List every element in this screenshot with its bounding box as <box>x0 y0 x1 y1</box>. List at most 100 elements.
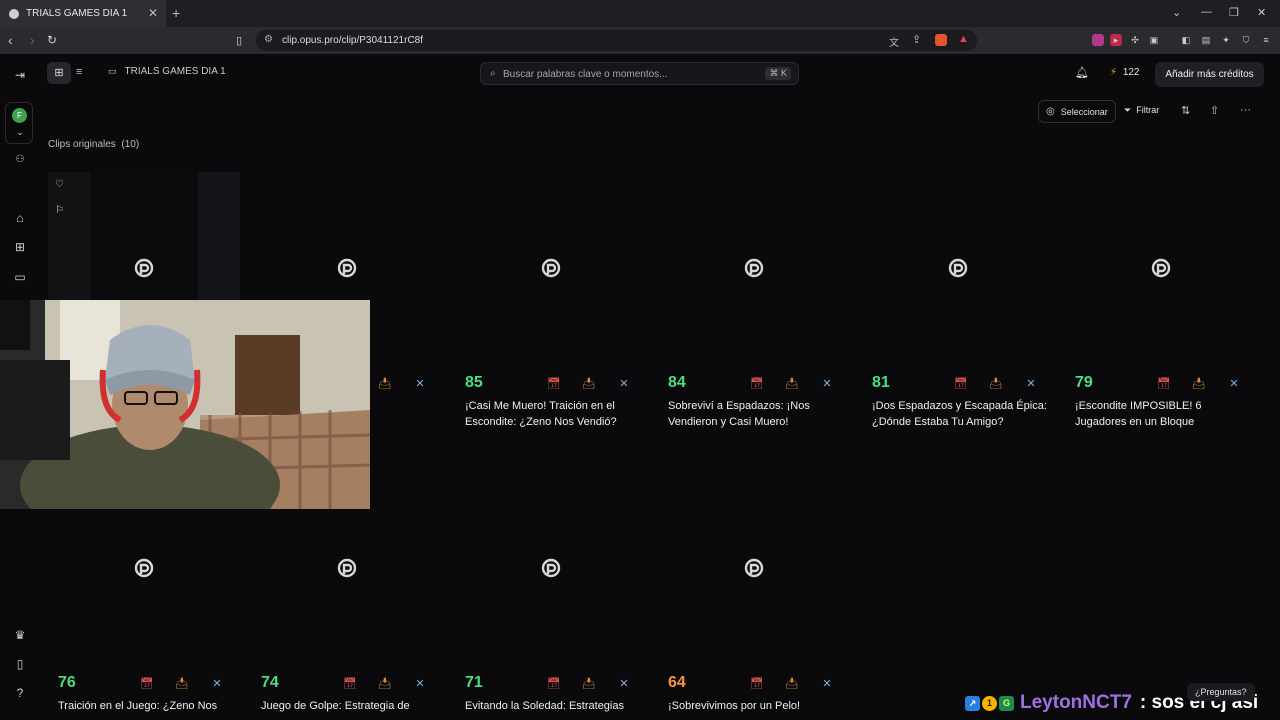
sidebar-toggle-icon[interactable]: ◧ <box>1180 34 1192 46</box>
clip-virality-score: 71 <box>465 674 483 691</box>
menu-icon[interactable]: ≡ <box>1260 34 1272 46</box>
add-member-icon[interactable]: ⚇ <box>12 154 28 165</box>
clip-title[interactable]: ¡Escondite IMPOSIBLE! 6 Jugadores en un … <box>1075 398 1255 430</box>
notifications-bell-icon[interactable]: 🔔︎ <box>1075 66 1089 79</box>
clip-title[interactable]: Traición en el Juego: ¿Zeno Nos <box>58 698 238 714</box>
download-icon[interactable]: 📥︎ <box>378 377 392 390</box>
edit-scissors-icon[interactable]: ✕ <box>820 677 834 690</box>
reload-button[interactable]: ↻ <box>47 33 57 47</box>
list-view-button[interactable]: ≡ <box>76 66 82 78</box>
heart-icon[interactable]: ♡ <box>55 179 64 190</box>
extension-icon[interactable]: ▸ <box>1110 34 1122 46</box>
search-shortcut: ⌘ K <box>765 67 791 80</box>
download-icon[interactable]: 📥︎ <box>785 677 799 690</box>
clip-title[interactable]: Evitando la Soledad: Estrategias <box>465 698 645 714</box>
search-bar[interactable]: ⌕ ⌘ K <box>480 62 799 85</box>
credits-counter[interactable]: ⚡︎ 122 <box>1110 67 1140 78</box>
vpn-shield-icon[interactable]: ⛉ <box>1240 34 1252 46</box>
chevron-down-icon[interactable]: ⌄ <box>12 127 28 138</box>
edit-scissors-icon[interactable]: ✕ <box>820 377 834 390</box>
tab-search-icon[interactable]: ⌄ <box>1172 6 1181 19</box>
brave-shields-icon[interactable] <box>935 34 947 46</box>
schedule-icon[interactable]: 📅︎ <box>954 377 968 390</box>
clip-virality-score: 85 <box>465 374 483 391</box>
close-window-button[interactable]: ✕ <box>1257 6 1266 19</box>
clip-title[interactable]: ¡Sobrevivimos por un Pelo! <box>668 698 848 714</box>
select-button[interactable]: ◎ Seleccionar <box>1038 100 1116 123</box>
minimize-button[interactable]: — <box>1201 6 1212 18</box>
edit-scissors-icon[interactable]: ✕ <box>413 677 427 690</box>
page-title: ▭ TRIALS GAMES DIA 1 <box>108 66 226 77</box>
extensions-puzzle-icon[interactable]: ✣ <box>1129 34 1141 46</box>
folder-icon[interactable]: ▭ <box>12 270 28 284</box>
book-icon[interactable]: ▯ <box>12 657 28 671</box>
download-icon[interactable]: 📥︎ <box>989 377 1003 390</box>
questions-button[interactable]: ¿Preguntas? <box>1187 683 1255 701</box>
clip-title[interactable]: ¡Dos Espadazos y Escapada Épica: ¿Dónde … <box>872 398 1052 430</box>
download-icon[interactable]: 📥︎ <box>175 677 189 690</box>
brave-rewards-icon[interactable]: ▲ <box>958 33 969 45</box>
apps-icon[interactable]: ⊞ <box>12 240 28 254</box>
download-icon[interactable]: 📥︎ <box>785 377 799 390</box>
url-field[interactable]: ⚙ clip.opus.pro/clip/P3041121rC8f 文 ⇪ ▲ <box>256 30 977 51</box>
wallet-icon[interactable]: ▤ <box>1200 34 1212 46</box>
clip-virality-score: 84 <box>668 374 686 391</box>
edit-scissors-icon[interactable]: ✕ <box>210 677 224 690</box>
edit-scissors-icon[interactable]: ✕ <box>617 677 631 690</box>
more-options-icon[interactable]: ··· <box>1240 104 1251 116</box>
home-icon[interactable]: ⌂ <box>12 211 28 225</box>
bookmark-icon[interactable]: ▯ <box>236 34 242 47</box>
crown-icon[interactable]: ♛ <box>12 628 28 642</box>
clip-title[interactable]: Juego de Golpe: Estrategia de <box>261 698 441 714</box>
download-icon[interactable]: 📥︎ <box>378 677 392 690</box>
download-icon[interactable]: 📥︎ <box>582 377 596 390</box>
expand-sidebar-icon[interactable]: ⇥ <box>12 68 28 82</box>
help-icon[interactable]: ? <box>12 686 28 700</box>
add-credits-button[interactable]: Añadir más créditos <box>1155 62 1264 87</box>
upload-icon[interactable]: ⇧ <box>1210 104 1219 117</box>
schedule-icon[interactable]: 📅︎ <box>750 377 764 390</box>
edit-scissors-icon[interactable]: ✕ <box>1024 377 1038 390</box>
site-info-icon[interactable]: ⚙ <box>264 34 273 45</box>
clip-actions: 📅︎ 📥︎ ✕ <box>343 677 427 690</box>
url-text: clip.opus.pro/clip/P3041121rC8f <box>282 35 424 46</box>
schedule-icon[interactable]: 📅︎ <box>343 677 357 690</box>
screenshot-icon[interactable]: ▣ <box>1148 34 1160 46</box>
dislike-icon[interactable]: ⚐ <box>55 205 64 216</box>
new-tab-button[interactable]: + <box>172 5 180 21</box>
clips-count: (10) <box>121 139 140 150</box>
tab-favicon-icon <box>9 8 19 19</box>
schedule-icon[interactable]: 📅︎ <box>750 677 764 690</box>
schedule-icon[interactable]: 📅︎ <box>547 377 561 390</box>
extension-icon[interactable] <box>1092 34 1104 46</box>
tab-close-icon[interactable]: ✕ <box>148 6 158 20</box>
clip-virality-score: 64 <box>668 674 686 691</box>
share-icon[interactable]: ⇪ <box>912 33 921 46</box>
leo-ai-icon[interactable]: ✦ <box>1220 34 1232 46</box>
translate-icon[interactable]: 文 <box>889 34 899 49</box>
edit-scissors-icon[interactable]: ✕ <box>1227 377 1241 390</box>
sort-icon[interactable]: ⇅ <box>1181 104 1190 117</box>
clip-title[interactable]: Sobreviví a Espadazos: ¡Nos Vendieron y … <box>668 398 848 430</box>
clip-thumbnail[interactable] <box>48 172 240 302</box>
maximize-button[interactable]: ❐ <box>1229 6 1239 19</box>
forward-button[interactable]: › <box>30 32 35 48</box>
schedule-icon[interactable]: 📅︎ <box>547 677 561 690</box>
edit-scissors-icon[interactable]: ✕ <box>413 377 427 390</box>
schedule-icon[interactable]: 📅︎ <box>140 677 154 690</box>
avatar[interactable]: F <box>12 108 27 123</box>
download-icon[interactable]: 📥︎ <box>1192 377 1206 390</box>
search-input[interactable] <box>503 67 733 81</box>
grid-view-button[interactable]: ⊞ <box>47 62 71 84</box>
clips-label: Clips originales <box>48 139 116 150</box>
check-circle-icon: ◎ <box>1046 106 1055 117</box>
download-icon[interactable]: 📥︎ <box>582 677 596 690</box>
opus-logo-placeholder-icon <box>337 258 357 278</box>
schedule-icon[interactable]: 📅︎ <box>1157 377 1171 390</box>
browser-tab[interactable]: TRIALS GAMES DIA 1 ✕ <box>0 0 166 27</box>
clip-virality-score: 74 <box>261 674 279 691</box>
filter-button[interactable]: ⏷ Filtrar <box>1124 105 1159 116</box>
edit-scissors-icon[interactable]: ✕ <box>617 377 631 390</box>
clip-title[interactable]: ¡Casi Me Muero! Traición en el Escondite… <box>465 398 645 430</box>
back-button[interactable]: ‹ <box>8 32 13 48</box>
